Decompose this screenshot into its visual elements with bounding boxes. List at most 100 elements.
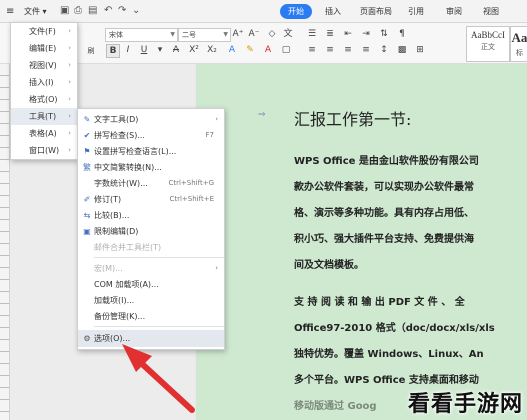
watermark-logo: 看看手游网 <box>407 392 523 417</box>
submenu-item-compare[interactable]: ⇆ 比较(B)... <box>78 207 224 224</box>
document-page[interactable]: ⇒ 汇报工作第一节: WPS Office 是由金山软件股份有限公司 款办公软件… <box>196 64 527 420</box>
show-marks-icon[interactable]: ¶ <box>396 28 408 40</box>
submenu-item-spell-language[interactable]: ⚑ 设置拼写检查语言(L)... <box>78 143 224 160</box>
tab-page-layout[interactable]: 页面布局 <box>360 6 392 17</box>
style-heading-sample: Aa <box>511 30 527 45</box>
submenu-item-backup[interactable]: 备份管理(K)... <box>78 308 224 325</box>
document-line: 移动版通过 Goog <box>294 401 377 412</box>
print-preview-icon[interactable]: ▤ <box>88 5 97 16</box>
quick-access-more-icon[interactable]: ⌄ <box>132 5 140 16</box>
justify-icon[interactable]: ≡ <box>360 44 372 56</box>
italic-button[interactable]: I <box>122 44 134 56</box>
submenu-item-label: 选项(O)... <box>94 334 131 343</box>
chevron-right-icon: › <box>68 44 71 52</box>
submenu-item-label: 加载项(I)... <box>94 296 135 305</box>
paragraph-marker-icon: ⇒ <box>258 110 266 120</box>
save-icon[interactable]: ▣ <box>60 5 69 16</box>
redo-icon[interactable]: ↷ <box>118 5 126 16</box>
file-menu-button[interactable]: 文件 ▾ <box>24 6 47 17</box>
underline-style-icon[interactable]: ▾ <box>154 44 166 56</box>
font-size-combo[interactable]: 二号 ▼ <box>178 28 231 42</box>
superscript-icon[interactable]: X² <box>188 44 200 56</box>
submenu-item-options[interactable]: ⚙ 选项(O)... <box>78 330 224 347</box>
menu-item-table[interactable]: 表格(A) › <box>11 125 77 142</box>
print-icon[interactable]: ⎙ <box>74 5 82 16</box>
tab-view[interactable]: 视图 <box>483 6 499 17</box>
shading-icon[interactable]: ▩ <box>396 44 408 56</box>
submenu-item-label: 拼写检查(S)... <box>94 131 145 140</box>
menu-item-window[interactable]: 窗口(W) › <box>11 142 77 159</box>
submenu-item-text-tools[interactable]: ✎ 文字工具(D) › <box>78 111 224 128</box>
bullet-list-icon[interactable]: ☰ <box>306 28 318 40</box>
menu-hamburger-icon[interactable]: ≡ <box>6 6 14 17</box>
submenu-item-com-addins[interactable]: COM 加载项(A)... <box>78 276 224 293</box>
menu-item-format[interactable]: 格式(O) › <box>11 91 77 108</box>
submenu-item-label: 修订(T) <box>94 195 122 204</box>
chevron-down-icon: ▼ <box>223 31 228 38</box>
char-border-icon[interactable]: ▢ <box>280 44 292 56</box>
spell-check-icon: ✔ <box>83 131 91 140</box>
chevron-right-icon: › <box>68 78 71 86</box>
submenu-item-label: 字数统计(W)... <box>94 179 148 188</box>
submenu-item-macro[interactable]: 宏(M)... › <box>78 260 224 277</box>
submenu-item-addins[interactable]: 加载项(I)... <box>78 292 224 309</box>
chevron-down-icon: ▼ <box>170 31 175 38</box>
tab-references[interactable]: 引用 <box>408 6 424 17</box>
chevron-right-icon: › <box>68 129 71 137</box>
submenu-item-mail-merge[interactable]: 邮件合并工具栏(T) <box>78 239 224 256</box>
align-right-icon[interactable]: ≡ <box>342 44 354 56</box>
undo-icon[interactable]: ↶ <box>104 5 112 16</box>
style-heading[interactable]: Aa 标 <box>510 26 527 62</box>
font-name-value: 宋体 <box>109 31 123 39</box>
tab-insert[interactable]: 插入 <box>325 6 341 17</box>
format-painter-icon[interactable]: 刷 <box>84 45 98 57</box>
line-spacing-icon[interactable]: ↕ <box>378 44 390 56</box>
font-name-combo[interactable]: 宋体 ▼ <box>105 28 178 42</box>
submenu-item-word-count[interactable]: 字数统计(W)... Ctrl+Shift+G <box>78 175 224 192</box>
align-center-icon[interactable]: ≡ <box>324 44 336 56</box>
bold-button[interactable]: B <box>106 44 120 58</box>
tab-review[interactable]: 审阅 <box>446 6 462 17</box>
chevron-right-icon: › <box>68 112 71 120</box>
phonetic-icon[interactable]: 文 <box>282 28 294 40</box>
document-line: 款办公软件套装，可以实现办公软件最常 <box>294 182 474 193</box>
menu-item-tools[interactable]: 工具(T) › <box>11 108 77 125</box>
style-normal-label: 正文 <box>481 43 495 51</box>
tab-home[interactable]: 开始 <box>280 4 312 19</box>
increase-indent-icon[interactable]: ⇥ <box>360 28 372 40</box>
borders-icon[interactable]: ⊞ <box>414 44 426 56</box>
submenu-item-restrict-editing[interactable]: ▣ 限制编辑(D) <box>78 223 224 240</box>
font-size-value: 二号 <box>182 31 196 39</box>
submenu-item-chinese-conversion[interactable]: 繁 中文简繁转换(N)... <box>78 159 224 176</box>
decrease-indent-icon[interactable]: ⇤ <box>342 28 354 40</box>
grow-font-icon[interactable]: A⁺ <box>232 28 244 40</box>
menu-item-file[interactable]: 文件(F) › <box>11 23 77 40</box>
submenu-item-label: 文字工具(D) <box>94 115 139 124</box>
top-toolbar: ≡ 文件 ▾ ▣ ⎙ ▤ ↶ ↷ ⌄ 开始 插入 页面布局 引用 审阅 视图 <box>0 0 527 23</box>
style-normal[interactable]: AaBbCcI 正文 <box>466 26 510 62</box>
main-menu: 文件(F) › 编辑(E) › 视图(V) › 插入(I) › 格式(O) › … <box>10 22 78 160</box>
menu-item-view[interactable]: 视图(V) › <box>11 57 77 74</box>
chevron-right-icon: › <box>215 115 218 123</box>
document-title: 汇报工作第一节: <box>294 110 412 129</box>
submenu-item-track-changes[interactable]: ✐ 修订(T) Ctrl+Shift+E <box>78 191 224 208</box>
submenu-item-spell-check[interactable]: ✔ 拼写检查(S)... F7 <box>78 127 224 144</box>
ribbon: 刷 宋体 ▼ 二号 ▼ A⁺ A⁻ ◇ 文 B I U ▾ A X² X₂ A … <box>0 23 527 64</box>
font-color-icon[interactable]: A <box>262 44 274 56</box>
clear-format-icon[interactable]: ◇ <box>266 28 278 40</box>
menu-item-insert[interactable]: 插入(I) › <box>11 74 77 91</box>
shrink-font-icon[interactable]: A⁻ <box>248 28 260 40</box>
subscript-icon[interactable]: X₂ <box>206 44 218 56</box>
sort-icon[interactable]: ⇅ <box>378 28 390 40</box>
align-left-icon[interactable]: ≡ <box>306 44 318 56</box>
numbered-list-icon[interactable]: ≣ <box>324 28 336 40</box>
menu-item-edit[interactable]: 编辑(E) › <box>11 40 77 57</box>
submenu-item-label: 限制编辑(D) <box>94 227 139 236</box>
menu-item-label: 窗口(W) <box>29 146 60 155</box>
underline-button[interactable]: U <box>138 44 150 56</box>
strikethrough-icon[interactable]: A <box>170 44 182 56</box>
document-line: WPS Office 是由金山软件股份有限公司 <box>294 156 479 167</box>
text-effect-icon[interactable]: A <box>226 44 238 56</box>
chevron-right-icon: › <box>68 27 71 35</box>
highlight-icon[interactable]: ✎ <box>244 44 256 56</box>
